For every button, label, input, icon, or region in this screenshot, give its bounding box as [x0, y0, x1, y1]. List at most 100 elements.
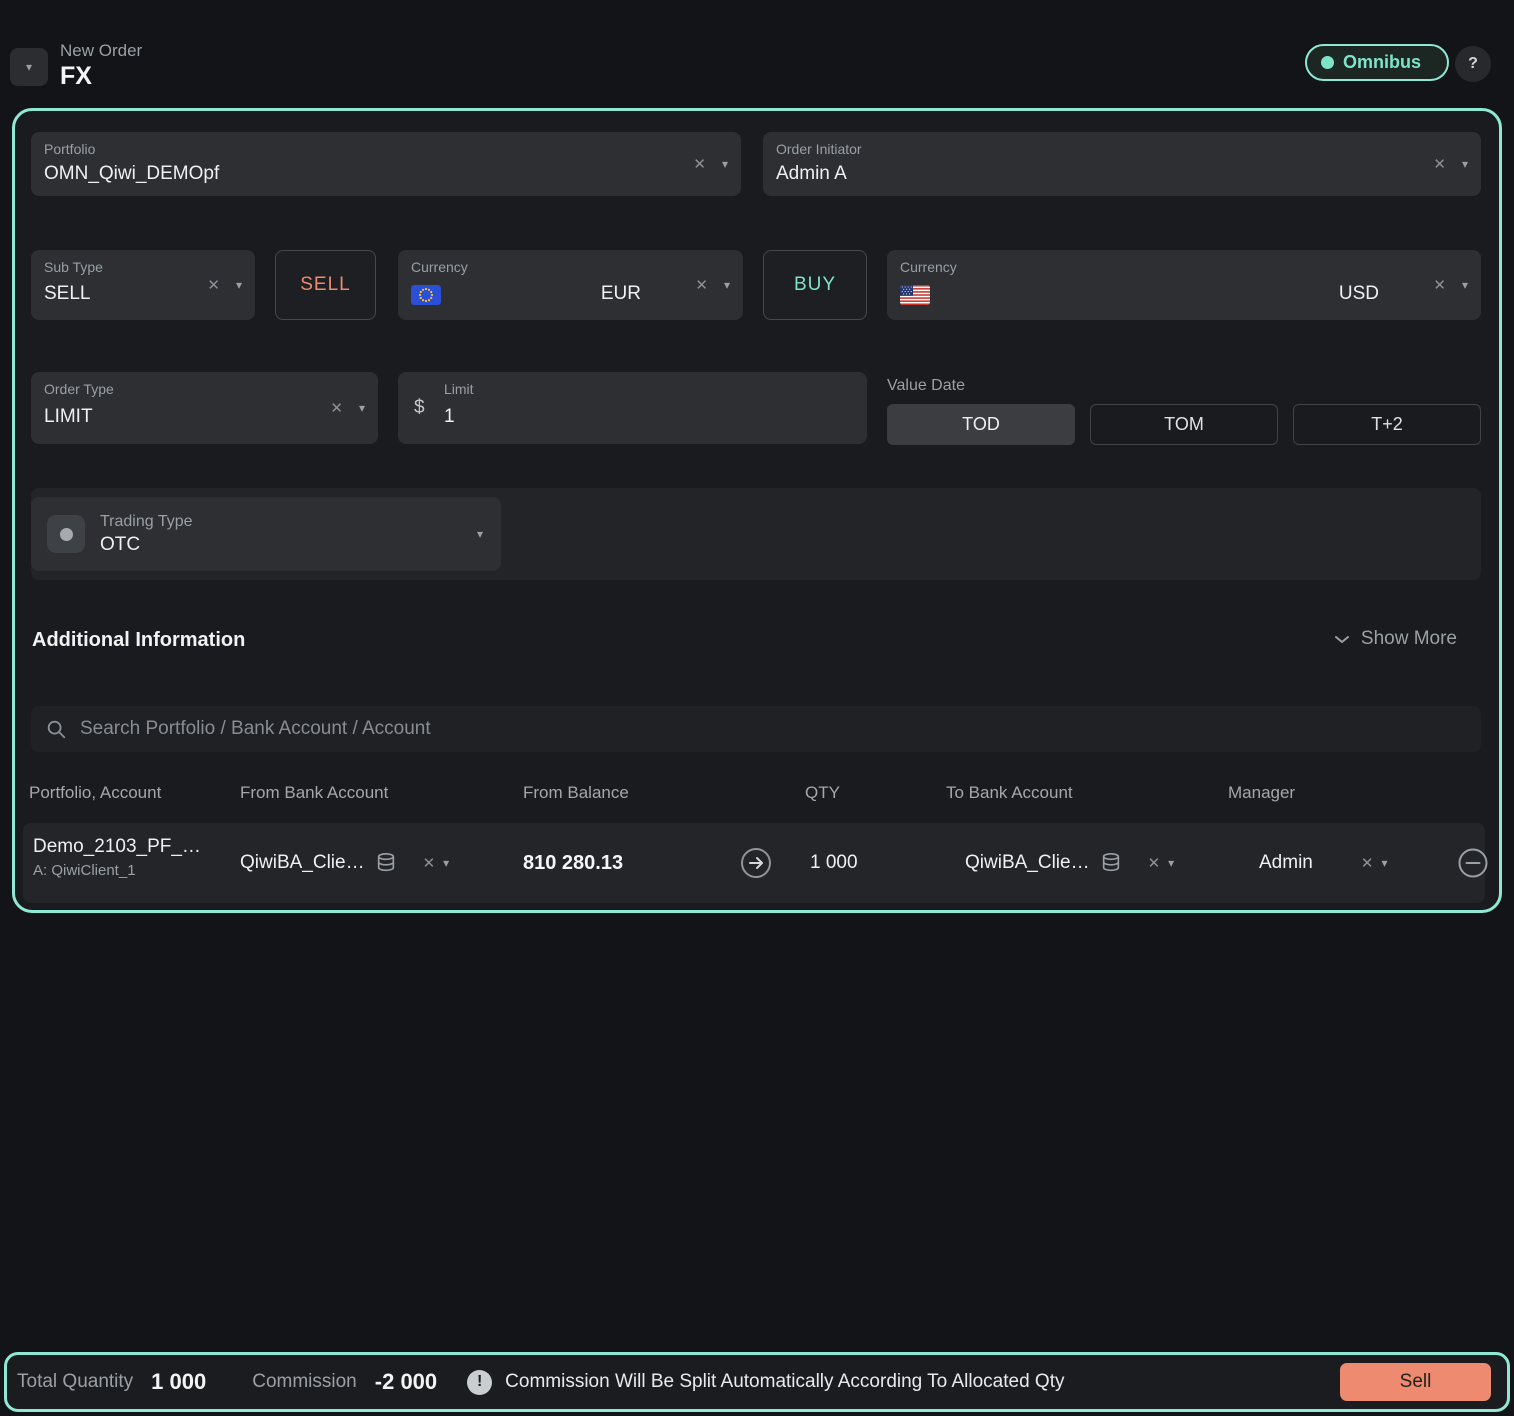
chevron-down-icon[interactable]: ▾ [1462, 157, 1468, 171]
chevron-down-icon[interactable]: ▾ [722, 157, 728, 171]
from-bank-account-cell[interactable]: QiwiBA_Clie… ✕ ▾ [240, 823, 449, 903]
chevron-down-icon[interactable]: ▾ [724, 278, 730, 292]
buy-currency-label: Currency [900, 259, 957, 275]
clear-icon[interactable]: ✕ [1433, 155, 1446, 173]
bank-account-icon[interactable] [375, 852, 397, 874]
collapse-button[interactable]: ▾ [10, 48, 48, 86]
order-type-select[interactable]: Order Type LIMIT ✕ ▾ [31, 372, 378, 444]
trading-type-value: OTC [100, 534, 462, 556]
omnibus-label: Omnibus [1343, 52, 1421, 73]
portfolio-value: OMN_Qiwi_DEMOpf [44, 163, 219, 185]
sub-type-select[interactable]: Sub Type SELL ✕ ▾ [31, 250, 255, 320]
value-date-label: Value Date [887, 377, 965, 395]
clear-icon[interactable]: ✕ [207, 276, 220, 294]
show-more-label: Show More [1361, 628, 1457, 650]
clear-icon[interactable]: ✕ [330, 399, 343, 417]
column-header-from-bank-account: From Bank Account [240, 783, 388, 803]
column-header-to-bank-account: To Bank Account [946, 783, 1073, 803]
clear-icon[interactable]: ✕ [1148, 854, 1161, 872]
clear-icon[interactable]: ✕ [695, 276, 708, 294]
column-header-portfolio-account: Portfolio, Account [29, 783, 161, 803]
order-initiator-select[interactable]: Order Initiator Admin A ✕ ▾ [763, 132, 1481, 196]
additional-information-title: Additional Information [32, 629, 245, 652]
clear-icon[interactable]: ✕ [1361, 854, 1374, 872]
order-initiator-value: Admin A [776, 163, 847, 185]
qty-cell[interactable]: 1 000 [810, 823, 858, 903]
search-bar [31, 706, 1481, 752]
eu-flag-icon [411, 285, 441, 305]
commission-notice: Commission Will Be Split Automatically A… [505, 1371, 1064, 1393]
order-type-label: Order Type [44, 381, 114, 397]
sell-currency-select[interactable]: Currency EUR ✕ ▾ [398, 250, 743, 320]
to-bank-account-value: QiwiBA_Clie… [965, 852, 1090, 874]
portfolio-select[interactable]: Portfolio OMN_Qiwi_DEMOpf ✕ ▾ [31, 132, 741, 196]
column-header-qty: QTY [805, 783, 840, 803]
order-initiator-label: Order Initiator [776, 141, 862, 157]
show-more-button[interactable]: Show More [1334, 628, 1457, 650]
limit-label: Limit [444, 381, 474, 397]
arrow-right-circle-icon [740, 847, 772, 879]
manager-value: Admin [1259, 852, 1313, 874]
help-button[interactable]: ? [1455, 46, 1491, 82]
toggle-dot-icon [1321, 56, 1334, 69]
chevron-down-icon[interactable]: ▾ [1168, 856, 1174, 870]
chevron-down-icon[interactable]: ▾ [1381, 856, 1387, 870]
sell-currency-label: Currency [411, 259, 468, 275]
remove-row-button[interactable] [1457, 847, 1489, 879]
chevron-down-icon[interactable]: ▾ [477, 527, 483, 541]
trading-type-label: Trading Type [100, 513, 462, 531]
chevron-down-icon[interactable]: ▾ [359, 401, 365, 415]
from-balance-cell: 810 280.13 [523, 823, 623, 903]
order-summary-bar: Total Quantity 1 000 Commission -2 000 !… [4, 1352, 1510, 1412]
order-type-value: LIMIT [44, 406, 93, 428]
value-date-tod-button[interactable]: TOD [887, 404, 1075, 445]
value-date-t2-button[interactable]: T+2 [1293, 404, 1481, 445]
buy-currency-select[interactable]: Currency USD ✕ [887, 250, 1481, 320]
sell-submit-button[interactable]: Sell [1340, 1363, 1491, 1401]
minus-circle-icon [1457, 847, 1489, 879]
portfolio-name: Demo_2103_PF_… [33, 836, 201, 858]
allocation-table-row: Demo_2103_PF_… A: QiwiClient_1 QiwiBA_Cl… [23, 823, 1485, 903]
chevron-down-icon[interactable]: ▾ [236, 278, 242, 292]
trading-type-row: Trading Type OTC ▾ [31, 488, 1481, 580]
limit-field[interactable]: $ Limit 1 [398, 372, 867, 444]
sub-type-label: Sub Type [44, 259, 103, 275]
to-bank-account-cell[interactable]: QiwiBA_Clie… ✕ ▾ [965, 823, 1174, 903]
portfolio-label: Portfolio [44, 141, 95, 157]
manager-cell[interactable]: Admin ✕ ▾ [1259, 823, 1387, 903]
column-header-from-balance: From Balance [523, 783, 629, 803]
total-quantity-value: 1 000 [151, 1369, 206, 1395]
sell-currency-value: EUR [601, 283, 641, 305]
total-quantity-label: Total Quantity [17, 1371, 133, 1393]
account-name: A: QiwiClient_1 [33, 862, 201, 879]
chevron-down-icon[interactable]: ▾ [1462, 278, 1468, 292]
chevron-down-icon: ▾ [26, 60, 32, 74]
search-icon [45, 718, 67, 740]
value-date-tom-button[interactable]: TOM [1090, 404, 1278, 445]
order-pretitle: New Order [60, 41, 142, 61]
portfolio-account-cell: Demo_2103_PF_… A: QiwiClient_1 [33, 836, 201, 879]
buy-currency-value: USD [1339, 283, 1379, 305]
chevron-down-icon[interactable]: ▾ [443, 856, 449, 870]
order-form-panel: Portfolio OMN_Qiwi_DEMOpf ✕ ▾ Order Init… [12, 108, 1502, 913]
qty-value: 1 000 [810, 852, 858, 874]
chevron-down-icon [1334, 635, 1350, 644]
clear-icon[interactable]: ✕ [423, 854, 436, 872]
omnibus-toggle[interactable]: Omnibus [1305, 44, 1449, 81]
limit-value[interactable]: 1 [444, 406, 455, 428]
clear-icon[interactable]: ✕ [693, 155, 706, 173]
exclamation-icon: ! [467, 1370, 492, 1395]
clear-icon[interactable]: ✕ [1433, 276, 1446, 294]
page-title: FX [60, 62, 92, 91]
sell-side-button[interactable]: SELL [275, 250, 376, 320]
search-input[interactable] [80, 718, 1467, 740]
from-balance-value: 810 280.13 [523, 852, 623, 875]
commission-label: Commission [252, 1371, 357, 1393]
column-header-manager: Manager [1228, 783, 1295, 803]
bank-account-icon[interactable] [1100, 852, 1122, 874]
dollar-icon: $ [414, 397, 425, 419]
buy-side-button[interactable]: BUY [763, 250, 867, 320]
trading-type-select[interactable]: Trading Type OTC ▾ [31, 497, 501, 571]
apply-balance-button[interactable] [740, 847, 772, 879]
radio-icon [47, 515, 85, 553]
